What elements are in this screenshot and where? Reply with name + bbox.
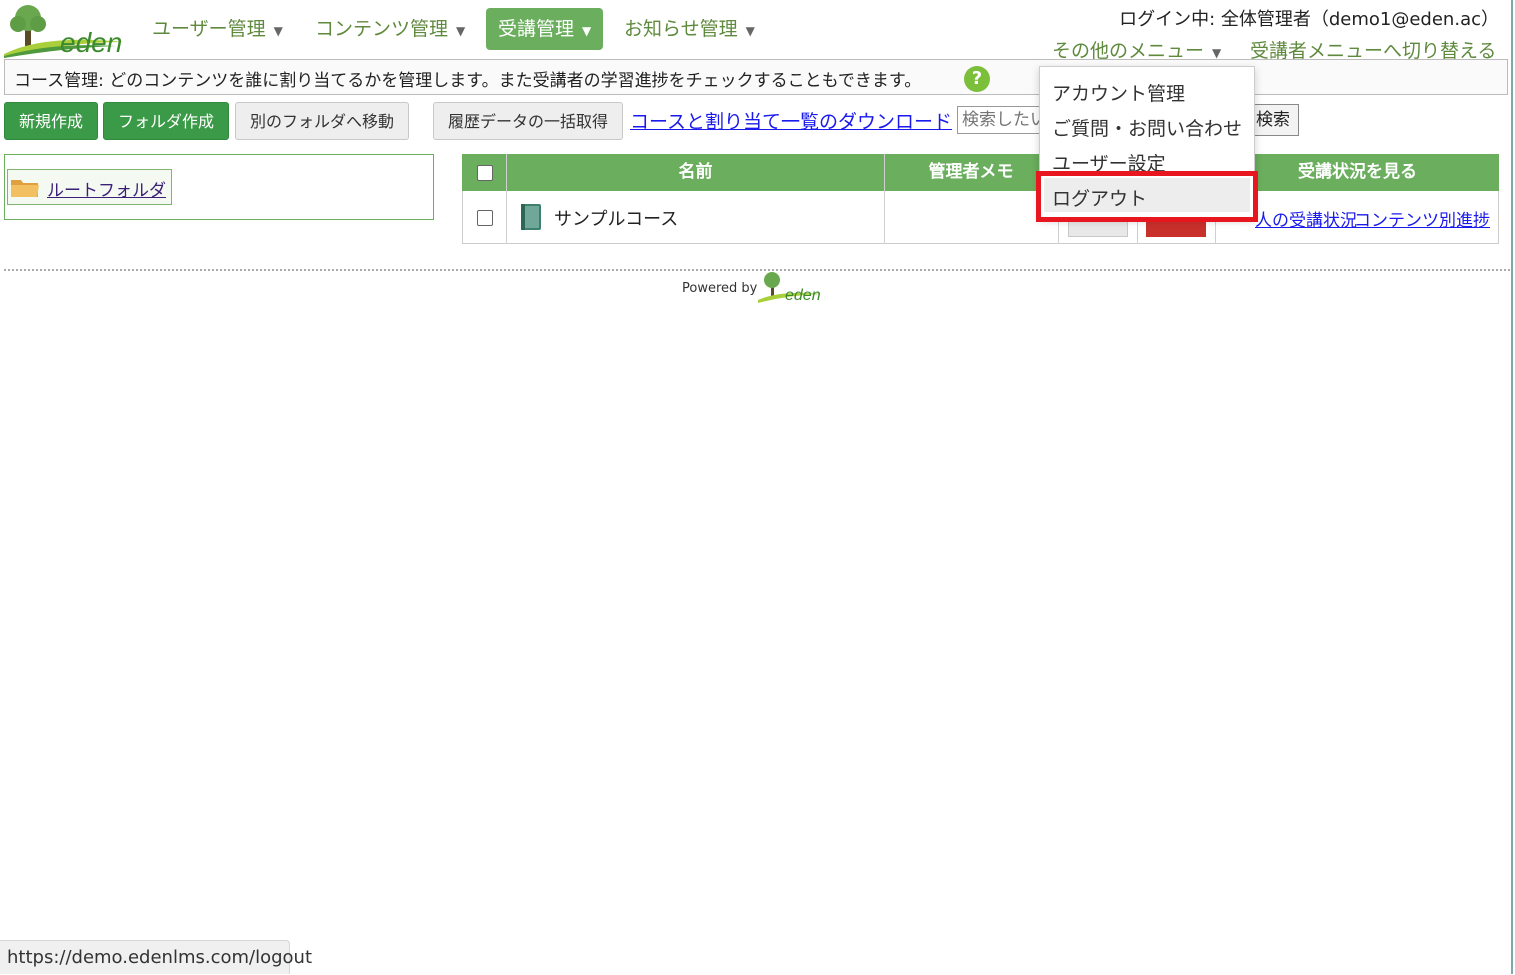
learner-status-link[interactable]: 人の受講状況	[1255, 206, 1357, 231]
nav-label: ユーザー管理	[152, 18, 266, 40]
logo-text: eden	[60, 27, 122, 58]
nav-label: お知らせ管理	[624, 18, 738, 40]
nav-user-management[interactable]: ユーザー管理 ▼	[140, 8, 295, 50]
nav-label: 受講管理	[498, 18, 575, 40]
menu-item-contact[interactable]: ご質問・お問い合わせ	[1052, 114, 1242, 141]
download-course-list-link[interactable]: コースと割り当て一覧のダウンロード	[630, 107, 952, 134]
new-course-button[interactable]: 新規作成	[4, 102, 99, 140]
nav-content-management[interactable]: コンテンツ管理 ▼	[303, 8, 477, 50]
column-divider	[884, 154, 885, 244]
help-icon[interactable]: ?	[964, 66, 990, 92]
create-folder-button[interactable]: フォルダ作成	[103, 102, 230, 140]
menu-item-account[interactable]: アカウント管理	[1052, 79, 1185, 106]
eden-logo[interactable]: eden	[4, 2, 128, 58]
footer-logo-text: eden	[785, 287, 821, 304]
move-folder-button[interactable]: 別のフォルダへ移動	[235, 102, 410, 140]
folder-icon	[11, 180, 39, 197]
caret-down-icon: ▼	[745, 24, 755, 38]
content-progress-link[interactable]: コンテンツ別進捗	[1354, 206, 1490, 231]
root-folder-label[interactable]: ルートフォルダ	[47, 176, 166, 201]
nav-label: コンテンツ管理	[315, 18, 449, 40]
course-book-icon	[521, 204, 541, 230]
row-checkbox[interactable]	[477, 210, 493, 226]
select-all-checkbox[interactable]	[477, 165, 493, 181]
caret-down-icon: ▼	[273, 24, 283, 38]
column-header-memo[interactable]: 管理者メモ	[885, 154, 1057, 191]
caret-down-icon: ▼	[582, 24, 592, 38]
nav-notice-management[interactable]: お知らせ管理 ▼	[612, 8, 767, 50]
window-edge	[1511, 0, 1513, 974]
footer-eden-logo: eden	[758, 272, 822, 304]
caret-down-icon: ▼	[456, 24, 466, 38]
course-name[interactable]: サンプルコース	[554, 205, 678, 231]
login-info: ログイン中: 全体管理者（demo1@eden.ac）	[1119, 9, 1499, 30]
column-header-status: 受講状況を見る	[1298, 162, 1417, 182]
bulk-history-button[interactable]: 履歴データの一括取得	[433, 102, 624, 140]
logout-highlight-box	[1036, 171, 1258, 222]
powered-by-text: Powered by	[682, 281, 758, 296]
column-header-name[interactable]: 名前	[507, 154, 884, 191]
caret-down-icon: ▼	[1212, 46, 1222, 60]
column-divider	[506, 154, 507, 244]
status-bar-url: https://demo.edenlms.com/logout	[0, 940, 312, 974]
nav-course-management[interactable]: 受講管理 ▼	[486, 8, 604, 50]
info-text: コース管理: どのコンテンツを誰に割り当てるかを管理します。また受講者の学習進捗…	[14, 71, 922, 91]
footer-divider	[4, 269, 1510, 271]
